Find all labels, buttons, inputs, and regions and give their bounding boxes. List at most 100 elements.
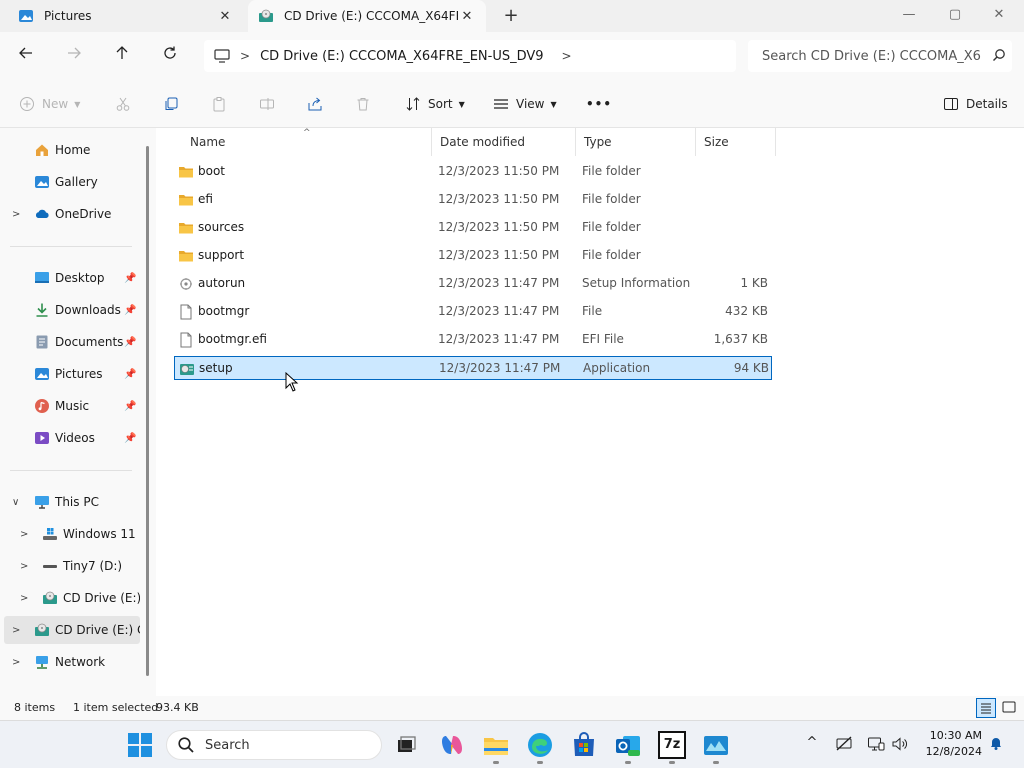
tab-cd-drive[interactable]: CD Drive (E:) CCCOMA_X64FRE ✕ — [248, 0, 486, 32]
pin-icon[interactable]: 📌 — [124, 273, 136, 284]
taskbar-clock[interactable]: 10:30 AM 12/8/2024 — [918, 728, 982, 760]
pin-icon[interactable]: 📌 — [124, 305, 136, 316]
sidebar-item-documents[interactable]: Documents 📌 — [0, 328, 140, 356]
back-button[interactable] — [14, 44, 38, 68]
sidebar-item-music[interactable]: Music 📌 — [0, 392, 140, 420]
search-box[interactable]: Search CD Drive (E:) CCCOMA_X6 — [748, 40, 1012, 72]
chevron-right-icon[interactable]: > — [562, 49, 572, 63]
sidebar-item-this-pc[interactable]: ∨ This PC — [0, 488, 140, 516]
sidebar-item-gallery[interactable]: Gallery — [0, 168, 140, 196]
column-name-label: Name — [190, 135, 226, 149]
sidebar-item-desktop[interactable]: Desktop 📌 — [0, 264, 140, 292]
share-button[interactable] — [306, 92, 324, 116]
up-button[interactable] — [110, 44, 134, 68]
close-tab-icon[interactable]: ✕ — [216, 9, 234, 24]
show-hidden-icons-icon[interactable]: ^ — [802, 735, 822, 755]
chevron-right-icon[interactable]: > — [240, 49, 250, 63]
file-date: 12/3/2023 11:47 PM — [438, 304, 560, 318]
setup-app-icon[interactable] — [702, 731, 730, 759]
tab-pictures[interactable]: Pictures ✕ — [8, 0, 244, 32]
forward-button[interactable] — [62, 44, 86, 68]
new-button[interactable]: New ▼ — [18, 92, 80, 116]
file-row-support[interactable]: support 12/3/2023 11:50 PM File folder — [174, 244, 772, 268]
details-view-button[interactable] — [976, 698, 996, 718]
outlook-icon[interactable] — [614, 731, 642, 759]
more-options-button[interactable]: ••• — [586, 92, 612, 116]
refresh-button[interactable] — [158, 44, 182, 68]
search-input[interactable]: Search CD Drive (E:) CCCOMA_X6 — [762, 49, 986, 64]
pin-icon[interactable]: 📌 — [124, 337, 136, 348]
sidebar-item-tiny7-drive[interactable]: > Tiny7 (D:) — [0, 552, 140, 580]
sort-button[interactable]: Sort ▼ — [404, 92, 465, 116]
sidebar-item-network[interactable]: > Network — [0, 648, 140, 676]
sidebar-item-cd-drive-root[interactable]: > CD Drive (E:) CC — [4, 616, 140, 644]
file-row-setup[interactable]: setup 12/3/2023 11:47 PM Application 94 KB — [174, 356, 772, 380]
details-button[interactable]: Details — [942, 92, 1008, 116]
pin-icon[interactable]: 📌 — [124, 369, 136, 380]
file-row-efi[interactable]: efi 12/3/2023 11:50 PM File folder — [174, 188, 772, 212]
file-row-autorun[interactable]: autorun 12/3/2023 11:47 PM Setup Informati… — [174, 272, 772, 296]
running-indicator — [713, 761, 719, 764]
new-tab-button[interactable]: + — [500, 6, 522, 26]
taskbar-search[interactable]: Search — [166, 730, 382, 760]
sidebar-item-home[interactable]: Home — [0, 136, 140, 164]
navigation-pane: Home Gallery > OneDrive Desktop 📌 Downlo… — [0, 128, 156, 696]
copilot-icon[interactable] — [438, 731, 466, 759]
file-date: 12/3/2023 11:50 PM — [438, 192, 560, 206]
tiles-view-button[interactable] — [1000, 698, 1020, 718]
file-row-sources[interactable]: sources 12/3/2023 11:50 PM File folder — [174, 216, 772, 240]
file-name: sources — [198, 220, 245, 234]
network-disconnected-icon[interactable] — [834, 735, 854, 755]
view-button[interactable]: View ▼ — [492, 92, 557, 116]
chevron-right-icon[interactable]: > — [20, 529, 28, 540]
chevron-right-icon[interactable]: > — [20, 593, 28, 604]
maximize-button[interactable]: ▢ — [932, 0, 978, 32]
column-header-type[interactable]: Type — [576, 128, 696, 156]
delete-button[interactable] — [354, 92, 372, 116]
edge-browser-icon[interactable] — [526, 731, 554, 759]
file-type: File folder — [582, 164, 641, 178]
sidebar-item-videos[interactable]: Videos 📌 — [0, 424, 140, 452]
chevron-down-icon[interactable]: ∨ — [12, 497, 19, 508]
chevron-right-icon[interactable]: > — [12, 209, 20, 220]
notification-bell-icon[interactable] — [986, 735, 1006, 755]
sidebar-scrollbar[interactable] — [146, 146, 149, 676]
address-bar[interactable]: > CD Drive (E:) CCCOMA_X64FRE_EN-US_DV9 … — [204, 40, 736, 72]
file-row-boot[interactable]: boot 12/3/2023 11:50 PM File folder — [174, 160, 772, 184]
pin-icon[interactable]: 📌 — [124, 433, 136, 444]
chevron-right-icon[interactable]: > — [12, 657, 20, 668]
chevron-right-icon[interactable]: > — [12, 625, 20, 636]
pin-icon[interactable]: 📌 — [124, 401, 136, 412]
microsoft-store-icon[interactable] — [570, 731, 598, 759]
paste-button[interactable] — [210, 92, 228, 116]
sidebar-item-pictures[interactable]: Pictures 📌 — [0, 360, 140, 388]
copy-button[interactable] — [162, 92, 180, 116]
network-icon[interactable] — [866, 735, 886, 755]
file-row-bootmgr[interactable]: bootmgr 12/3/2023 11:47 PM File 432 KB — [174, 300, 772, 324]
sidebar-item-windows-drive[interactable]: > Windows 11 (C — [0, 520, 140, 548]
task-view-icon[interactable] — [392, 731, 420, 759]
rename-button[interactable] — [258, 92, 276, 116]
sidebar-item-cd-drive[interactable]: > CD Drive (E:) C — [0, 584, 140, 612]
column-size-label: Size — [704, 135, 729, 149]
file-explorer-icon[interactable] — [482, 731, 510, 759]
address-path[interactable]: CD Drive (E:) CCCOMA_X64FRE_EN-US_DV9 — [260, 49, 543, 64]
column-header-date[interactable]: Date modified — [432, 128, 576, 156]
item-count: 8 items — [14, 701, 56, 714]
sidebar-item-onedrive[interactable]: > OneDrive — [0, 200, 140, 228]
close-tab-icon[interactable]: ✕ — [458, 9, 476, 24]
selection-size: 93.4 KB — [156, 701, 199, 714]
volume-icon[interactable] — [890, 735, 910, 755]
sidebar-item-downloads[interactable]: Downloads 📌 — [0, 296, 140, 324]
cut-button[interactable] — [114, 92, 132, 116]
minimize-button[interactable]: — — [886, 0, 932, 32]
start-windows-icon[interactable] — [126, 731, 154, 759]
setup-info-icon — [180, 278, 192, 290]
column-header-size[interactable]: Size — [696, 128, 776, 156]
file-row-bootmgr-efi[interactable]: bootmgr.efi 12/3/2023 11:47 PM EFI File 1,6… — [174, 328, 772, 352]
close-window-button[interactable]: ✕ — [976, 0, 1022, 32]
chevron-right-icon[interactable]: > — [20, 561, 28, 572]
sort-ascending-icon: ^ — [303, 128, 311, 138]
7zip-icon[interactable]: 7z — [658, 731, 686, 759]
gallery-icon — [35, 176, 49, 188]
